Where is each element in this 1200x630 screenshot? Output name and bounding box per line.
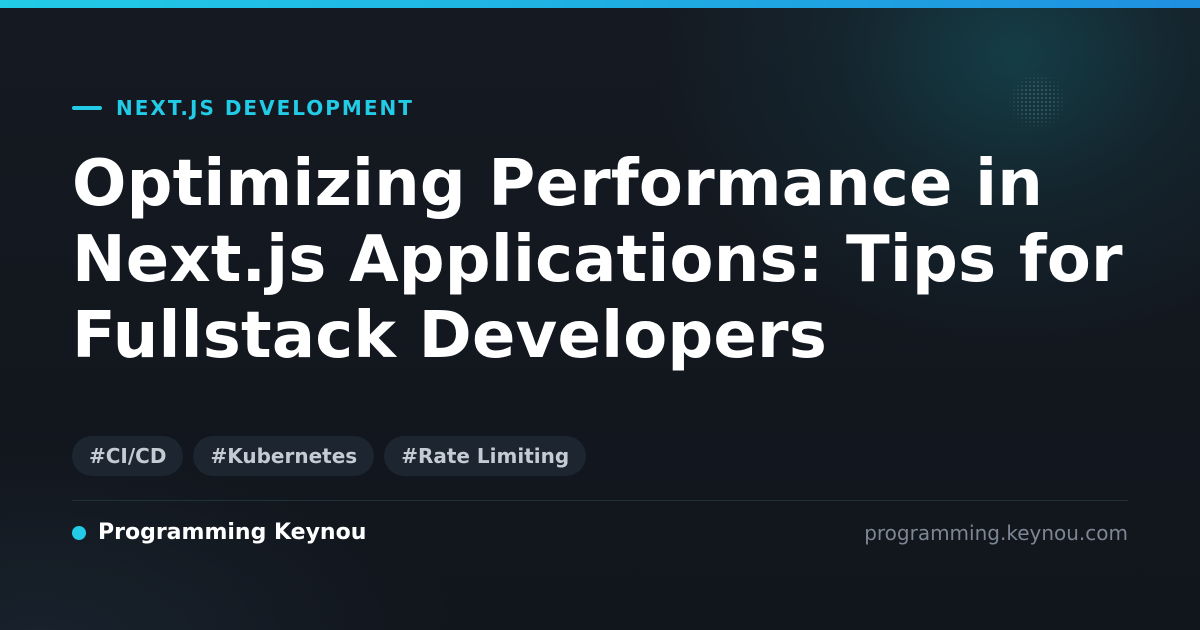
social-card: NEXT.JS DEVELOPMENT Optimizing Performan…	[0, 0, 1200, 630]
site-url: programming.keynou.com	[864, 521, 1128, 545]
dot-pattern-decoration	[1008, 72, 1066, 130]
category-label: NEXT.JS DEVELOPMENT	[116, 96, 414, 120]
brand-name: Programming Keynou	[98, 520, 367, 545]
tag-ci-cd: #CI/CD	[72, 436, 184, 476]
brand-dot-icon	[72, 526, 86, 540]
page-title: Optimizing Performance in Next.js Applic…	[72, 147, 1123, 373]
tag-list: #CI/CD #Kubernetes #Rate Limiting	[72, 436, 587, 476]
category-eyebrow: NEXT.JS DEVELOPMENT	[72, 94, 414, 122]
top-accent-bar	[0, 0, 1200, 8]
tag-rate-limiting: #Rate Limiting	[384, 436, 587, 476]
category-dash	[72, 106, 102, 110]
brand: Programming Keynou	[72, 518, 366, 548]
tag-kubernetes: #Kubernetes	[193, 436, 375, 476]
footer-divider	[72, 500, 1128, 501]
